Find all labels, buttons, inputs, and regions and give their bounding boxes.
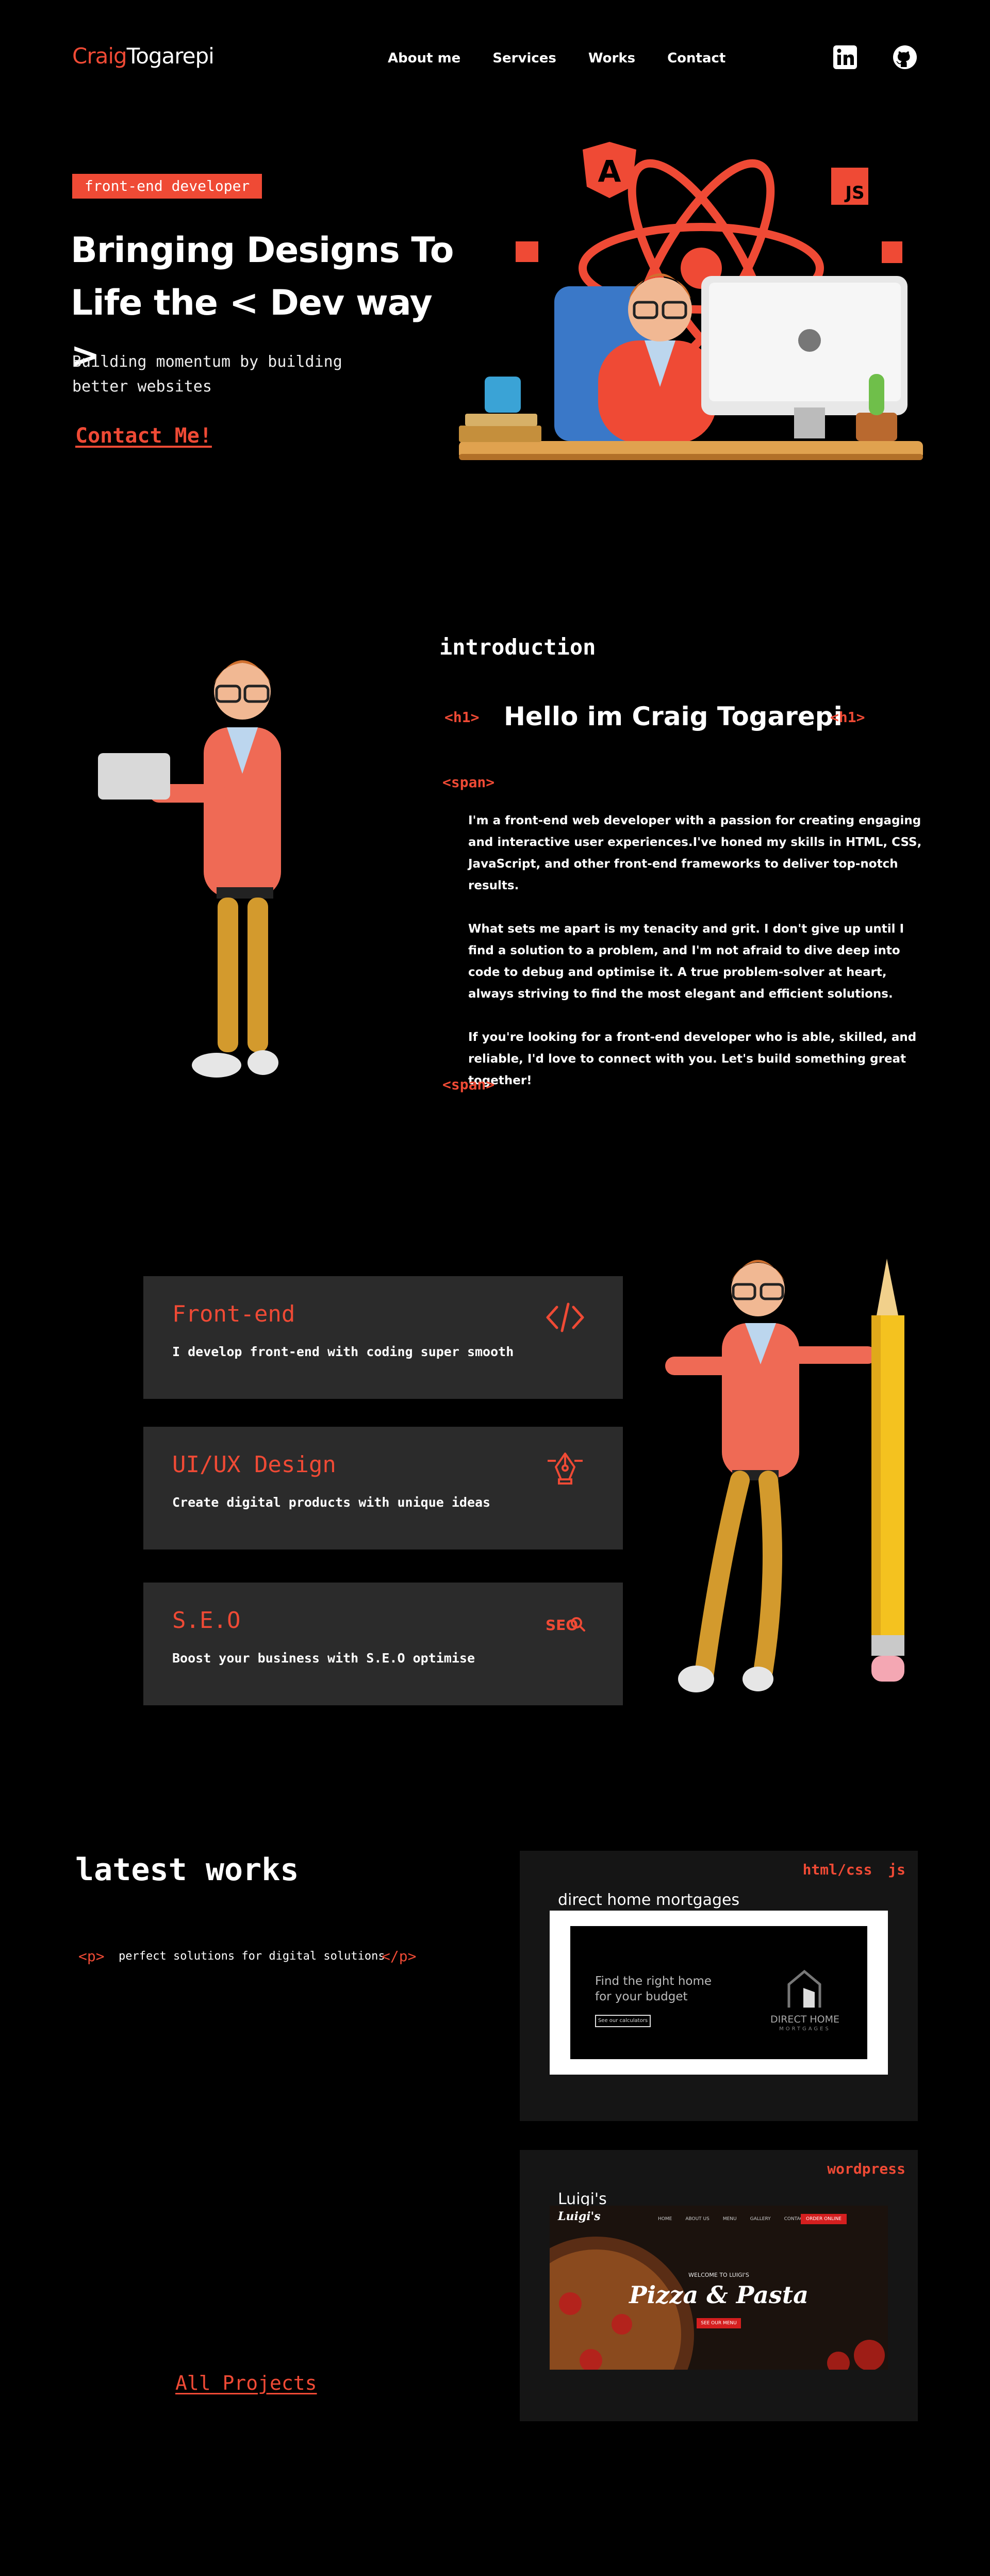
service-title: UI/UX Design: [172, 1452, 336, 1478]
top-navbar: CraigTogarepi About me Services Works Co…: [0, 0, 990, 119]
logo-first-name: Craig: [72, 43, 127, 69]
laptop-icon: [98, 753, 170, 800]
developer-with-laptop-illustration: [98, 660, 281, 1078]
intro-paragraph: What sets me apart is my tenacity and gr…: [468, 922, 904, 1001]
linkedin-icon[interactable]: [832, 44, 858, 70]
thumbnail-title: Pizza & Pasta: [629, 2281, 808, 2309]
work-thumbnail[interactable]: Find the right home for your budget See …: [550, 1911, 888, 2075]
thumbnail-brand-sub: MORTGAGES: [779, 2026, 831, 2032]
nav-contact-link[interactable]: Contact: [667, 51, 725, 66]
code-icon: [546, 1302, 584, 1332]
thumbnail-menu-item: GALLERY: [750, 2216, 771, 2222]
site-logo[interactable]: CraigTogarepi: [72, 43, 214, 69]
hero-subtitle-line2: better websites: [72, 378, 212, 396]
developer-with-pencil-illustration: [665, 1259, 904, 1692]
github-icon[interactable]: [892, 44, 918, 70]
introduction-heading: introduction: [439, 634, 596, 660]
logo-last-name: Togarepi: [126, 43, 214, 69]
h1-close-tag: <h1>: [830, 709, 865, 726]
span-open-tag: <span>: [442, 774, 495, 791]
svg-text:A: A: [598, 154, 621, 189]
role-badge: front-end developer: [72, 174, 262, 199]
hello-heading: Hello im Craig Togarepi: [504, 702, 843, 731]
thumbnail-order-button: ORDER ONLINE: [801, 2214, 847, 2224]
service-description: Boost your business with S.E.O optimise: [172, 1651, 475, 1666]
intro-paragraph: If you're looking for a front-end develo…: [468, 1031, 917, 1087]
work-name: direct home mortgages: [558, 1891, 740, 1909]
thumbnail-logo: Luigi's: [558, 2210, 601, 2223]
developer-at-desk-illustration: A JS: [459, 142, 923, 460]
nav-about-link[interactable]: About me: [388, 51, 460, 66]
nav-services-link[interactable]: Services: [492, 51, 556, 66]
figma-icon: [882, 241, 902, 263]
thumbnail-screen: Find the right home for your budget See …: [570, 1926, 867, 2059]
thumbnail-menu-item: MENU: [722, 2216, 737, 2222]
thumbnail-calculator-button: See our calculators: [595, 2015, 651, 2027]
work-tech-tags: wordpress: [827, 2160, 905, 2177]
hero-title-line1: Bringing Designs To: [71, 230, 454, 271]
service-title: S.E.O: [172, 1607, 241, 1634]
thumbnail-menu-button: SEE OUR MENU: [697, 2318, 741, 2328]
svg-text:JS: JS: [844, 183, 864, 203]
span-close-tag: <span>: [442, 1076, 495, 1093]
service-card-uiux[interactable]: UI/UX Design Create digital products wit…: [143, 1427, 623, 1550]
contact-me-link[interactable]: Contact Me!: [75, 424, 212, 448]
works-tagline: perfect solutions for digital solutions: [119, 1950, 385, 1963]
p-close-tag: </p>: [382, 1948, 417, 1965]
service-card-frontend[interactable]: Front-end I develop front-end with codin…: [143, 1276, 623, 1399]
work-thumbnail[interactable]: Luigi's HOME ABOUT US MENU GALLERY CONTA…: [550, 2206, 888, 2370]
thumbnail-brand: DIRECT HOME: [770, 2014, 839, 2025]
seo-search-icon: SEO: [546, 1617, 585, 1634]
nav-menu: About me Services Works Contact: [388, 51, 725, 66]
thumbnail-headline-line1: Find the right home: [595, 1975, 712, 1988]
p-open-tag: <p>: [78, 1948, 105, 1965]
thumbnail-menu-item: ABOUT US: [685, 2216, 710, 2222]
intro-paragraph: I'm a front-end web developer with a pas…: [468, 814, 922, 892]
thumbnail-welcome: WELCOME TO LUIGI'S: [688, 2272, 749, 2278]
work-card-direct-home[interactable]: html/css js direct home mortgages Find t…: [520, 1851, 918, 2121]
latest-works-heading: latest works: [75, 1852, 299, 1888]
service-title: Front-end: [172, 1301, 295, 1327]
work-tech-tags: html/css js: [802, 1861, 905, 1878]
hero-subtitle-line1: Building momentum by building: [72, 353, 342, 371]
introduction-text: I'm a front-end web developer with a pas…: [468, 810, 922, 1113]
service-description: I develop front-end with coding super sm…: [172, 1344, 514, 1359]
thumbnail-menu-item: HOME: [658, 2216, 672, 2222]
hero-subtitle: Building momentum by building better web…: [72, 350, 361, 399]
thumbnail-headline: Find the right home for your budget: [595, 1974, 750, 2004]
portfolio-page: CraigTogarepi About me Services Works Co…: [0, 0, 990, 2576]
thumbnail-headline-line2: for your budget: [595, 1990, 688, 2003]
service-description: Create digital products with unique idea…: [172, 1495, 491, 1510]
wordpress-icon: [516, 241, 538, 262]
h1-open-tag: <h1>: [444, 709, 480, 726]
work-card-luigis[interactable]: wordpress Luigi's Luigi's HOME ABOUT US …: [520, 2150, 918, 2421]
pen-tool-icon: [548, 1453, 583, 1485]
thumbnail-menu: HOME ABOUT US MENU GALLERY CONTACT: [658, 2216, 806, 2222]
all-projects-link[interactable]: All Projects: [175, 2372, 317, 2394]
nav-works-link[interactable]: Works: [588, 51, 635, 66]
service-card-seo[interactable]: S.E.O Boost your business with S.E.O opt…: [143, 1583, 623, 1705]
